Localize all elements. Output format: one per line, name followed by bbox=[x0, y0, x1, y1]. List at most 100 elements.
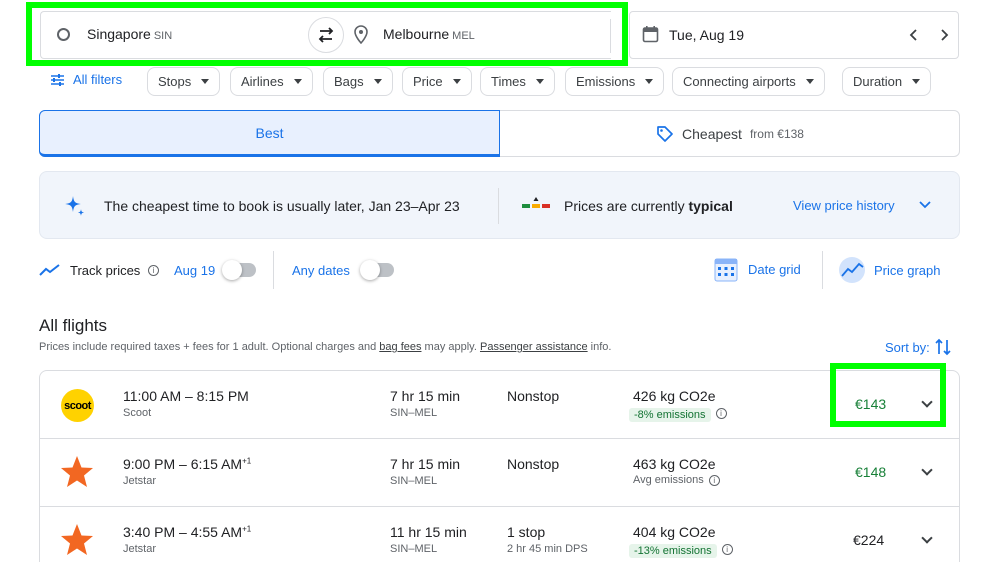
passenger-assistance-link[interactable]: Passenger assistance bbox=[480, 341, 588, 353]
scoot-logo: scoot bbox=[61, 389, 94, 422]
disclaimer-text: Prices include required taxes + fees for… bbox=[39, 341, 380, 353]
info-icon[interactable]: i bbox=[708, 474, 720, 486]
next-day-indicator: +1 bbox=[242, 456, 252, 466]
filter-connecting-airports[interactable]: Connecting airports bbox=[672, 67, 825, 96]
chip-label: Airlines bbox=[241, 74, 284, 89]
tab-best-label: Best bbox=[255, 124, 284, 141]
price-level-text: Prices are currently typical bbox=[564, 198, 733, 214]
dropdown-icon bbox=[373, 79, 382, 84]
flight-stops: 1 stop bbox=[507, 524, 546, 540]
flight-results-list: scoot 11:00 AM – 8:15 PM Scoot 7 hr 15 m… bbox=[39, 370, 960, 562]
emissions-note: -13% emissions i bbox=[629, 541, 733, 559]
disclaimer-text: may apply. bbox=[421, 341, 480, 353]
filter-emissions[interactable]: Emissions bbox=[565, 67, 665, 96]
chip-label: Stops bbox=[158, 74, 192, 89]
flight-emissions: 463 kg CO2e bbox=[633, 456, 716, 472]
chevron-down-icon[interactable] bbox=[921, 532, 933, 544]
price-level-value: typical bbox=[688, 198, 733, 214]
sort-by-button[interactable]: Sort by: bbox=[885, 338, 951, 356]
all-flights-title: All flights bbox=[39, 316, 108, 335]
dropdown-icon bbox=[452, 79, 461, 84]
info-icon[interactable]: i bbox=[715, 408, 727, 420]
dropdown-icon bbox=[535, 79, 544, 84]
disclaimer-text: info. bbox=[587, 341, 612, 353]
chip-label: Price bbox=[413, 74, 443, 89]
flight-price: €224 bbox=[853, 532, 885, 548]
sort-by-label: Sort by: bbox=[885, 339, 930, 355]
insight-text: The cheapest time to book is usually lat… bbox=[104, 198, 369, 214]
dropdown-icon bbox=[805, 79, 814, 84]
times-text: 9:00 PM – 6:15 AM bbox=[123, 456, 243, 472]
insight-divider bbox=[498, 188, 499, 224]
chevron-down-icon[interactable] bbox=[918, 200, 932, 210]
price-graph-icon bbox=[839, 257, 865, 283]
jetstar-star-logo bbox=[61, 456, 93, 487]
filter-duration[interactable]: Duration bbox=[842, 67, 932, 96]
all-filters-button[interactable]: All filters bbox=[50, 72, 122, 87]
any-dates-toggle[interactable] bbox=[360, 260, 394, 280]
chevron-down-icon[interactable] bbox=[921, 464, 933, 476]
dropdown-icon bbox=[293, 79, 302, 84]
flight-times: 3:40 PM – 4:55 AM+1 bbox=[123, 524, 251, 540]
tab-cheapest-label: Cheapest bbox=[682, 125, 742, 142]
flight-duration: 7 hr 15 min bbox=[390, 388, 461, 404]
airline-name: Scoot bbox=[123, 407, 152, 419]
flight-row[interactable]: 9:00 PM – 6:15 AM+1 Jetstar 7 hr 15 min … bbox=[40, 439, 959, 507]
flight-duration: 11 hr 15 min bbox=[390, 524, 467, 540]
flight-row[interactable]: scoot 11:00 AM – 8:15 PM Scoot 7 hr 15 m… bbox=[40, 371, 959, 439]
next-date-icon[interactable] bbox=[939, 28, 949, 42]
cheapest-from-price: from €138 bbox=[749, 126, 804, 141]
flight-route: SIN–MEL bbox=[390, 475, 438, 487]
filter-airlines[interactable]: Airlines bbox=[230, 67, 313, 96]
any-dates-label: Any dates bbox=[292, 263, 350, 278]
dropdown-icon bbox=[201, 79, 210, 84]
jetstar-star-logo bbox=[61, 524, 93, 555]
route-highlight bbox=[26, 2, 628, 66]
stop-detail: 2 hr 45 min DPS bbox=[507, 543, 588, 555]
chip-label: Duration bbox=[853, 74, 903, 89]
flight-row[interactable]: 3:40 PM – 4:55 AM+1 Jetstar 11 hr 15 min… bbox=[40, 507, 959, 562]
dropdown-icon bbox=[645, 79, 654, 84]
dropdown-icon bbox=[912, 79, 921, 84]
price-graph-label: Price graph bbox=[874, 262, 941, 278]
filter-bags[interactable]: Bags bbox=[323, 67, 393, 96]
sparkle-icon bbox=[65, 196, 84, 216]
previous-date-icon[interactable] bbox=[909, 28, 919, 42]
emissions-badge: -8% emissions bbox=[629, 408, 711, 422]
filter-price[interactable]: Price bbox=[402, 67, 472, 96]
sort-arrows-icon bbox=[935, 338, 951, 356]
date-grid-button[interactable]: Date grid bbox=[714, 256, 801, 282]
track-date-label: Aug 19 bbox=[174, 263, 216, 278]
track-date-toggle[interactable] bbox=[222, 260, 256, 280]
booking-insight-text: The cheapest time to book is usually lat… bbox=[104, 198, 460, 214]
emissions-note: -8% emissions i bbox=[629, 405, 727, 423]
track-prices-label: Track prices bbox=[70, 263, 141, 278]
bag-fees-link[interactable]: bag fees bbox=[379, 341, 421, 353]
tab-best[interactable]: Best bbox=[39, 110, 500, 157]
date-value: Tue, Aug 19 bbox=[669, 27, 744, 43]
filter-stops[interactable]: Stops bbox=[147, 67, 221, 96]
tab-cheapest[interactable]: Cheapest from €138 bbox=[500, 110, 960, 157]
view-price-history-link[interactable]: View price history bbox=[793, 198, 895, 213]
emissions-badge: -13% emissions bbox=[629, 544, 717, 558]
next-day-indicator: +1 bbox=[242, 524, 252, 534]
info-icon[interactable]: i bbox=[721, 544, 733, 556]
filter-times[interactable]: Times bbox=[480, 67, 555, 96]
trend-line-icon bbox=[39, 264, 60, 276]
chip-label: Emissions bbox=[576, 74, 636, 89]
flight-stops: Nonstop bbox=[507, 456, 560, 472]
times-text: 11:00 AM – 8:15 PM bbox=[123, 388, 249, 404]
airline-name: Jetstar bbox=[123, 543, 157, 555]
flight-emissions: 426 kg CO2e bbox=[633, 388, 716, 404]
all-filters-label: All filters bbox=[73, 72, 123, 87]
info-icon[interactable]: i bbox=[148, 265, 159, 276]
flight-route: SIN–MEL bbox=[390, 407, 438, 419]
insight-range: Jan 23–Apr 23 bbox=[368, 198, 460, 214]
price-tag-icon bbox=[657, 125, 673, 142]
price-graph-button[interactable]: Price graph bbox=[838, 256, 940, 284]
price-disclaimer: Prices include required taxes + fees for… bbox=[39, 341, 611, 353]
filter-sliders-icon bbox=[51, 73, 64, 86]
flight-stops: Nonstop bbox=[507, 388, 560, 404]
flight-route: SIN–MEL bbox=[390, 543, 438, 555]
flight-duration: 7 hr 15 min bbox=[390, 456, 461, 472]
